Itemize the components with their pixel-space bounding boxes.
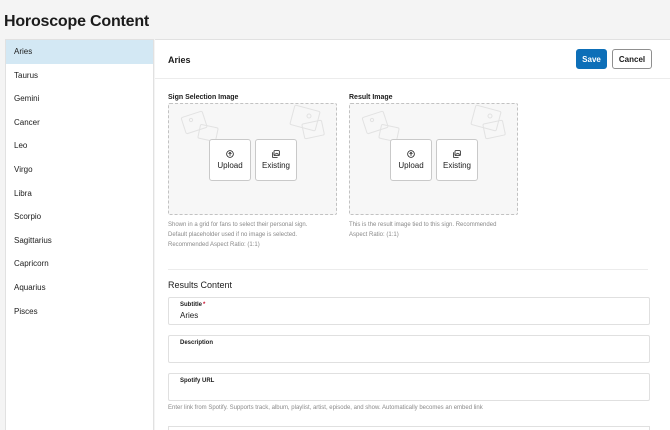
subtitle-label: Subtitle* [180,302,206,308]
sidebar-item-scorpio[interactable]: Scorpio [6,205,153,229]
page-title: Horoscope Content [4,13,150,30]
description-field[interactable]: Description [168,335,650,363]
description-label: Description [180,340,214,346]
sign-image-existing-button[interactable]: Existing [255,139,297,181]
sidebar-item-gemini[interactable]: Gemini [6,87,153,111]
spotify-url-field[interactable]: Spotify URL [168,373,650,401]
required-mark: * [203,302,206,308]
spotify-url-label: Spotify URL [180,378,215,384]
result-image-label: Result Image [349,94,393,101]
results-section-title: Results Content [168,280,233,290]
result-image-help: This is the result image tied to this si… [349,222,497,238]
sign-title: Aries [168,55,191,65]
cancel-button[interactable]: Cancel [612,49,652,69]
sidebar-item-cancer[interactable]: Cancer [6,111,153,135]
upload-icon [226,150,234,158]
result-image-dropzone[interactable]: Upload Existing [349,103,518,215]
existing-label: Existing [442,161,471,170]
content-panel: Aries Save Cancel Sign Selection Image U… [155,39,670,430]
image-placeholder-icon [361,104,506,142]
subtitle-input[interactable]: Aries [180,311,198,320]
upload-icon [407,150,415,158]
header-divider [155,78,670,79]
sidebar-item-sagittarius[interactable]: Sagittarius [6,229,153,253]
sign-image-upload-button[interactable]: Upload [209,139,251,181]
sidebar-item-virgo[interactable]: Virgo [6,158,153,182]
section-divider [168,269,648,270]
result-image-existing-button[interactable]: Existing [436,139,478,181]
existing-label: Existing [261,161,290,170]
sidebar-item-aquarius[interactable]: Aquarius [6,276,153,300]
upload-label: Upload [217,161,243,170]
sidebar-item-aries[interactable]: Aries [6,40,153,64]
gallery-icon [272,150,280,158]
sign-image-dropzone[interactable]: Upload Existing [168,103,337,215]
sign-image-help: Shown in a grid for fans to select their… [168,222,308,248]
sign-sidebar: Aries Taurus Gemini Cancer Leo Virgo Lib… [5,39,154,430]
next-field[interactable] [168,426,650,430]
sidebar-item-leo[interactable]: Leo [6,134,153,158]
sign-image-label: Sign Selection Image [168,94,239,101]
subtitle-field[interactable]: Subtitle* Aries [168,297,650,325]
result-image-upload-button[interactable]: Upload [390,139,432,181]
gallery-icon [453,150,461,158]
sidebar-item-libra[interactable]: Libra [6,182,153,206]
upload-label: Upload [398,161,424,170]
image-placeholder-icon [180,104,325,142]
save-button[interactable]: Save [576,49,607,69]
sidebar-item-capricorn[interactable]: Capricorn [6,252,153,276]
sidebar-item-taurus[interactable]: Taurus [6,64,153,88]
sidebar-item-pisces[interactable]: Pisces [6,300,153,324]
spotify-url-help: Enter link from Spotify. Supports track,… [168,405,483,411]
